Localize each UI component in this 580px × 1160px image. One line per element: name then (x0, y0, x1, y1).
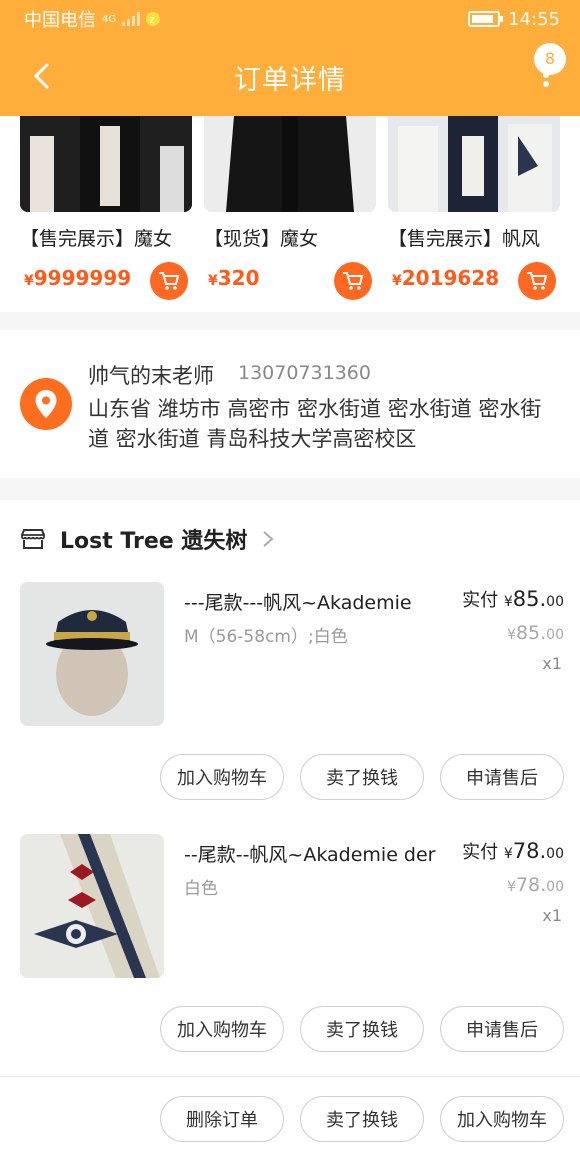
resell-button[interactable]: 卖了换钱 (300, 1006, 424, 1052)
add-to-cart-button[interactable] (518, 262, 556, 300)
item-title: --尾款--帆风~Akademie der (184, 844, 436, 866)
shop-name: Lost Tree 遗失树 (60, 529, 248, 554)
product-image (204, 116, 376, 212)
store-icon (21, 529, 45, 549)
recipient-phone: 13070731360 (238, 362, 371, 384)
product-image (20, 116, 192, 212)
svg-text:z: z (150, 15, 155, 26)
item-title: ---尾款---帆风~Akademie (184, 592, 412, 614)
signal-icon (122, 12, 141, 26)
original-price: ¥85.00 (507, 622, 564, 644)
add-to-cart-button[interactable] (150, 262, 188, 300)
notification-icon: z (146, 12, 161, 26)
recommend-strip: 【售完展示】魔女 ¥9999999 【现货】魔女 ¥320 【售完展示】帆风 ¥… (0, 116, 580, 312)
item-spec: 白色 (184, 879, 218, 899)
paid-amount: 实付 ¥85.00 (462, 587, 564, 611)
after-sale-button[interactable]: 申请售后 (440, 754, 564, 800)
order-item[interactable]: --尾款--帆风~Akademie der 白色 实付 ¥78.00 ¥78.0… (0, 834, 580, 1074)
clock: 14:55 (508, 8, 560, 30)
paid-amount: 实付 ¥78.00 (462, 839, 564, 863)
shop-order-section: Lost Tree 遗失树 ---尾款---帆风~Akademie M（56-5… (0, 500, 580, 1160)
battery-icon (468, 11, 504, 27)
recommend-price: ¥320 (208, 266, 260, 290)
chevron-right-icon (263, 531, 274, 547)
recommend-card[interactable]: 【售完展示】帆风 ¥2019628 (388, 116, 560, 312)
recommend-price: ¥2019628 (392, 266, 500, 290)
item-quantity: x1 (542, 906, 562, 925)
original-price: ¥78.00 (507, 874, 564, 896)
location-pin-icon (20, 378, 72, 430)
resell-button[interactable]: 卖了换钱 (300, 1096, 424, 1142)
order-actions: 删除订单 卖了换钱 加入购物车 (160, 1096, 564, 1142)
add-to-cart-button[interactable]: 加入购物车 (440, 1096, 564, 1142)
page-title: 订单详情 (234, 64, 346, 96)
cart-icon (343, 272, 364, 290)
item-quantity: x1 (542, 654, 562, 673)
carrier-label: 中国电信 (24, 10, 96, 31)
add-to-cart-button[interactable] (334, 262, 372, 300)
divider (0, 1076, 580, 1077)
back-arrow-icon[interactable] (30, 56, 60, 96)
add-to-cart-button[interactable]: 加入购物车 (160, 1006, 284, 1052)
recipient-name: 帅气的末老师 (88, 364, 214, 388)
after-sale-button[interactable]: 申请售后 (440, 1006, 564, 1052)
cart-icon (527, 272, 548, 290)
recommend-name: 【售完展示】魔女 (20, 228, 173, 250)
shop-header[interactable]: Lost Tree 遗失树 (20, 522, 275, 556)
recommend-price: ¥9999999 (24, 266, 132, 290)
app-header: 中国电信 4G z 14:55 订单详情 8 (0, 0, 580, 116)
item-spec: M（56-58cm）;白色 (184, 627, 348, 647)
order-item[interactable]: ---尾款---帆风~Akademie M（56-58cm）;白色 实付 ¥85… (0, 582, 580, 822)
product-image (388, 116, 560, 212)
resell-button[interactable]: 卖了换钱 (300, 754, 424, 800)
product-thumbnail (20, 582, 164, 726)
recommend-name: 【售完展示】帆风 (388, 228, 541, 250)
shipping-address[interactable]: 帅气的末老师 13070731360 山东省 潍坊市 高密市 密水街道 密水街道… (0, 330, 580, 478)
add-to-cart-button[interactable]: 加入购物车 (160, 754, 284, 800)
cart-icon (159, 272, 180, 290)
recommend-name: 【现货】魔女 (204, 228, 319, 250)
message-count-badge: 8 (534, 43, 566, 75)
delete-order-button[interactable]: 删除订单 (160, 1096, 284, 1142)
status-bar: 中国电信 4G z 14:55 (0, 0, 580, 38)
network-label: 4G (102, 13, 117, 25)
address-detail: 山东省 潍坊市 高密市 密水街道 密水街道 密水街道 密水街道 青岛科技大学高密… (88, 397, 542, 451)
product-thumbnail (20, 834, 164, 978)
recommend-card[interactable]: 【售完展示】魔女 ¥9999999 (20, 116, 192, 312)
recommend-card[interactable]: 【现货】魔女 ¥320 (204, 116, 376, 312)
